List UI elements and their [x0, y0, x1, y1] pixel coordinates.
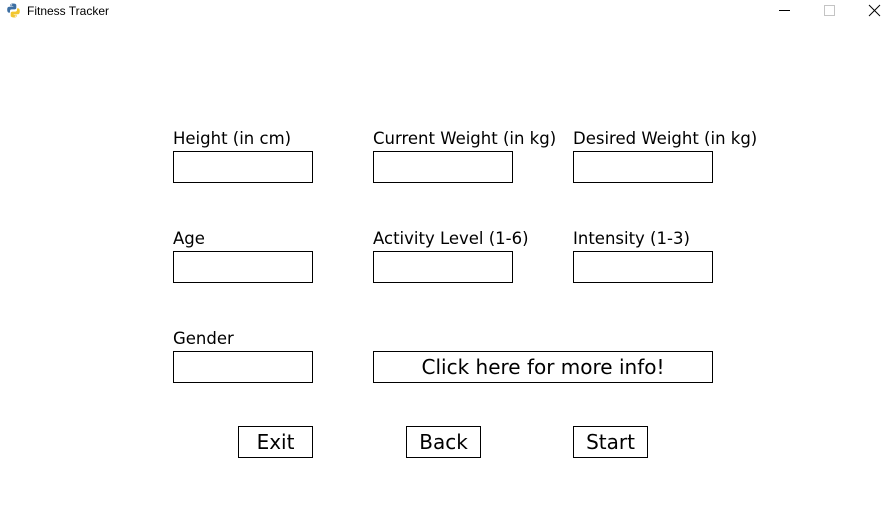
desired-weight-input[interactable] [573, 151, 713, 183]
current-weight-label: Current Weight (in kg) [373, 129, 557, 148]
age-label: Age [173, 229, 205, 248]
gender-label: Gender [173, 329, 234, 348]
python-snake-icon [7, 3, 20, 18]
maximize-button[interactable] [806, 0, 852, 22]
more-info-button[interactable]: Click here for more info! [373, 351, 713, 383]
window-title: Fitness Tracker [27, 4, 110, 18]
maximize-icon [824, 5, 835, 16]
back-button[interactable]: Back [406, 426, 481, 458]
desired-weight-label: Desired Weight (in kg) [573, 129, 758, 148]
minimize-button[interactable] [762, 0, 808, 22]
close-button[interactable] [851, 0, 896, 22]
current-weight-input[interactable] [373, 151, 513, 183]
gender-input[interactable] [173, 351, 313, 383]
title-bar: Fitness Tracker [0, 0, 896, 22]
height-label: Height (in cm) [173, 129, 292, 148]
app-window: Fitness Tracker Height (in cm) Current W… [0, 0, 896, 524]
exit-button[interactable]: Exit [238, 426, 313, 458]
start-button[interactable]: Start [573, 426, 648, 458]
minimize-icon [779, 10, 790, 11]
activity-level-input[interactable] [373, 251, 513, 283]
close-icon [868, 4, 881, 17]
activity-level-label: Activity Level (1-6) [373, 229, 529, 248]
age-input[interactable] [173, 251, 313, 283]
height-input[interactable] [173, 151, 313, 183]
intensity-label: Intensity (1-3) [573, 229, 690, 248]
intensity-input[interactable] [573, 251, 713, 283]
